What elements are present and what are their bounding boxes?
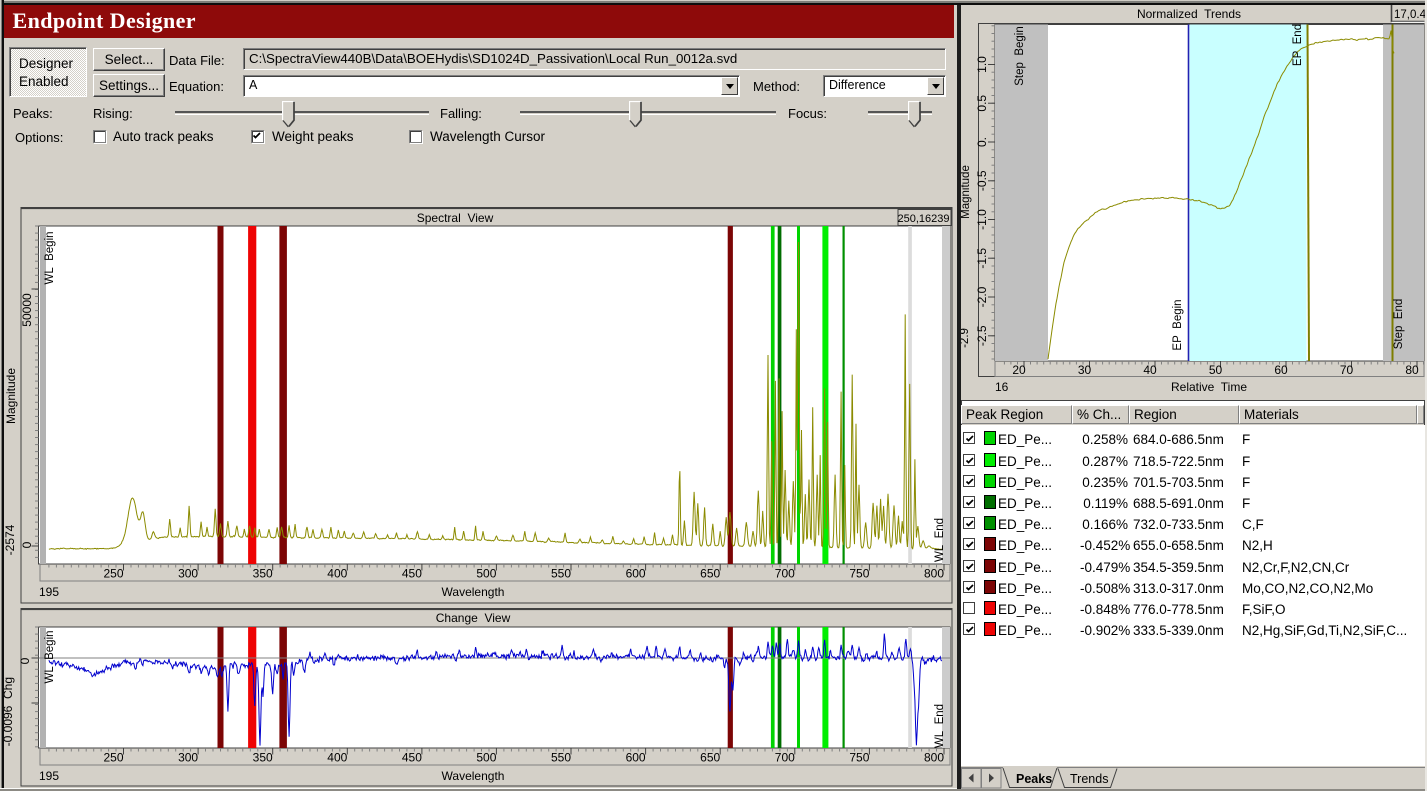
svg-text:550: 550 xyxy=(551,751,571,765)
svg-text:40: 40 xyxy=(1143,363,1157,377)
svg-text:70: 70 xyxy=(1340,363,1354,377)
svg-text:Peaks: Peaks xyxy=(1016,772,1052,786)
svg-text:Chg: Chg xyxy=(3,677,15,699)
svg-text:450: 450 xyxy=(402,751,422,765)
svg-text:WL Begin: WL Begin xyxy=(44,231,56,284)
svg-text:-0.0096: -0.0096 xyxy=(3,705,15,746)
svg-text:-1.5: -1.5 xyxy=(975,248,989,269)
svg-text:600: 600 xyxy=(626,567,646,581)
svg-text:-2.9: -2.9 xyxy=(961,328,971,348)
svg-text:500: 500 xyxy=(476,567,496,581)
svg-text:650: 650 xyxy=(700,567,720,581)
svg-text:EP Begin: EP Begin xyxy=(1172,299,1184,350)
svg-text:250: 250 xyxy=(103,751,123,765)
svg-text:50000: 50000 xyxy=(20,293,34,327)
svg-text:-2574: -2574 xyxy=(3,524,17,555)
svg-text:450: 450 xyxy=(402,567,422,581)
svg-text:-2.0: -2.0 xyxy=(975,286,989,307)
svg-text:1.0: 1.0 xyxy=(975,56,989,73)
svg-text:195: 195 xyxy=(39,769,59,783)
svg-text:WL Begin: WL Begin xyxy=(44,630,56,683)
svg-text:350: 350 xyxy=(253,567,273,581)
svg-text:-2.5: -2.5 xyxy=(975,325,989,346)
svg-text:500: 500 xyxy=(476,751,496,765)
svg-text:250,16239: 250,16239 xyxy=(898,213,950,225)
svg-text:Wavelength: Wavelength xyxy=(442,585,505,599)
svg-text:350: 350 xyxy=(253,751,273,765)
svg-text:250: 250 xyxy=(103,567,123,581)
svg-text:600: 600 xyxy=(626,751,646,765)
svg-text:Magnitude: Magnitude xyxy=(4,368,18,424)
svg-text:750: 750 xyxy=(849,751,869,765)
svg-text:-1.0: -1.0 xyxy=(975,209,989,230)
svg-text:0: 0 xyxy=(20,541,34,548)
svg-text:650: 650 xyxy=(700,751,720,765)
svg-text:800: 800 xyxy=(924,751,944,765)
svg-text:Magnitude: Magnitude xyxy=(961,165,972,219)
svg-text:Relative Time: Relative Time xyxy=(1171,380,1247,394)
svg-text:300: 300 xyxy=(178,567,198,581)
svg-text:0.: 0. xyxy=(975,137,989,147)
svg-text:750: 750 xyxy=(849,567,869,581)
svg-text:Trends: Trends xyxy=(1070,772,1108,786)
svg-text:WL End: WL End xyxy=(934,518,946,562)
svg-text:17,0.4: 17,0.4 xyxy=(1394,9,1427,21)
svg-text:16: 16 xyxy=(995,380,1009,394)
svg-text:Change View: Change View xyxy=(436,611,511,625)
svg-text:700: 700 xyxy=(775,567,795,581)
svg-text:400: 400 xyxy=(327,751,347,765)
svg-text:195: 195 xyxy=(39,585,59,599)
svg-text:80: 80 xyxy=(1405,363,1419,377)
svg-text:700: 700 xyxy=(775,751,795,765)
svg-text:EP End: EP End xyxy=(1292,24,1304,66)
svg-text:Normalized Trends: Normalized Trends xyxy=(1137,7,1241,21)
svg-text:300: 300 xyxy=(178,751,198,765)
svg-text:-0.5: -0.5 xyxy=(975,170,989,191)
svg-text:30: 30 xyxy=(1078,363,1092,377)
svg-text:WL End: WL End xyxy=(934,704,946,748)
svg-text:Spectral View: Spectral View xyxy=(417,211,494,225)
svg-text:Wavelength: Wavelength xyxy=(442,769,505,783)
svg-text:50: 50 xyxy=(1209,363,1223,377)
svg-text:0.5: 0.5 xyxy=(975,95,989,112)
svg-text:0: 0 xyxy=(18,657,32,664)
svg-text:550: 550 xyxy=(551,567,571,581)
svg-text:Step End: Step End xyxy=(1393,299,1405,350)
svg-text:60: 60 xyxy=(1274,363,1288,377)
svg-text:800: 800 xyxy=(924,567,944,581)
svg-text:400: 400 xyxy=(327,567,347,581)
svg-text:20: 20 xyxy=(1012,363,1026,377)
svg-text:Step Begin: Step Begin xyxy=(1014,26,1026,85)
